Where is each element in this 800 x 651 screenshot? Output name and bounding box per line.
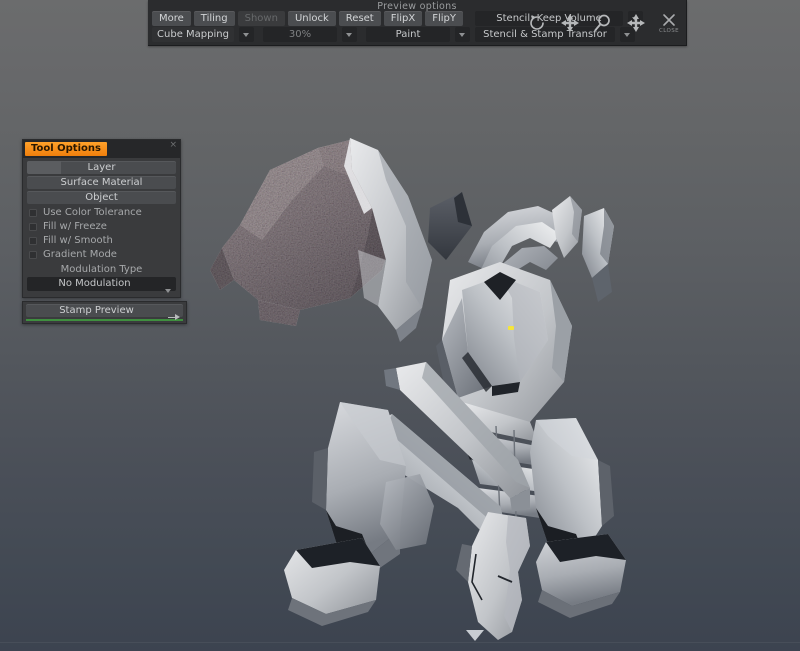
rotate-button[interactable] (524, 9, 550, 37)
fill-with-freeze-checkbox[interactable] (29, 222, 37, 231)
gradient-mode-label: Gradient Mode (43, 248, 117, 260)
object-button-label: Object (85, 192, 118, 203)
tool-options-palette: Tool Options × Layer Surface Material Ob… (22, 139, 181, 298)
scale-button[interactable] (623, 9, 649, 37)
flipy-button[interactable]: FlipY (425, 11, 464, 26)
zoom-icon (594, 14, 610, 31)
use-color-tolerance-row[interactable]: Use Color Tolerance (27, 206, 176, 219)
surface-material-button-label: Surface Material (60, 177, 143, 188)
3d-viewport[interactable] (0, 0, 800, 651)
palette-body: Layer Surface Material Object Use Color … (23, 158, 180, 293)
canvas-bottom-divider (0, 642, 800, 643)
toolbar-icon-group: CLOSE (524, 9, 682, 37)
cube-mapping-chevron-down-icon[interactable] (239, 27, 254, 42)
left-gauntlet (284, 538, 380, 626)
palette-close-icon[interactable]: × (169, 141, 177, 150)
move-button[interactable] (557, 9, 583, 37)
fill-with-smooth-label: Fill w/ Smooth (43, 234, 113, 246)
cube-mapping-button[interactable]: Cube Mapping (152, 27, 234, 42)
fill-with-freeze-row[interactable]: Fill w/ Freeze (27, 220, 176, 233)
application-window: Preview options More Tiling Shown Unlock… (0, 0, 800, 651)
stamp-preview-label: Stamp Preview (59, 305, 134, 316)
scale-icon (627, 14, 645, 32)
surface-material-button[interactable]: Surface Material (27, 176, 176, 189)
fill-with-smooth-checkbox[interactable] (29, 236, 37, 245)
fill-with-smooth-row[interactable]: Fill w/ Smooth (27, 234, 176, 247)
close-button[interactable]: CLOSE (656, 9, 682, 37)
canvas-bottom-handle[interactable] (466, 630, 484, 641)
unlock-button[interactable]: Unlock (287, 11, 336, 26)
shoulder-shard (428, 192, 472, 260)
close-button-label: CLOSE (658, 27, 679, 34)
rotate-icon (530, 14, 544, 30)
gradient-mode-row[interactable]: Gradient Mode (27, 248, 176, 261)
paint-mode-chevron-down-icon[interactable] (455, 27, 470, 42)
opacity-chevron-down-icon[interactable] (342, 27, 357, 42)
use-color-tolerance-label: Use Color Tolerance (43, 206, 142, 218)
armored-figure-model[interactable] (200, 130, 640, 640)
paint-mode-field[interactable]: Paint (366, 27, 450, 42)
modulation-type-dropdown[interactable]: No Modulation (27, 277, 176, 293)
reset-button[interactable]: Reset (338, 11, 381, 26)
central-spike (456, 512, 530, 640)
right-gauntlet (536, 534, 626, 618)
stamp-preview-strip (26, 319, 183, 321)
modulation-type-label: Modulation Type (60, 264, 143, 275)
palette-titlebar[interactable]: Tool Options × (23, 140, 180, 158)
right-hip-plate (530, 418, 614, 554)
fill-with-freeze-label: Fill w/ Freeze (43, 220, 107, 232)
stamp-preview-panel: Stamp Preview (22, 301, 187, 324)
tiling-button[interactable]: Tiling (193, 11, 235, 26)
tool-options-tab[interactable]: Tool Options (25, 142, 107, 156)
use-color-tolerance-checkbox[interactable] (29, 208, 37, 217)
move-icon (561, 14, 579, 32)
layer-button-label: Layer (87, 162, 116, 173)
gradient-mode-checkbox[interactable] (29, 250, 37, 259)
preview-options-toolbar: Preview options More Tiling Shown Unlock… (148, 0, 687, 46)
layer-button[interactable]: Layer (27, 161, 176, 174)
shown-button: Shown (237, 11, 285, 26)
object-button[interactable]: Object (27, 191, 176, 204)
zoom-button[interactable] (590, 9, 616, 37)
opacity-slider[interactable]: 30% (263, 27, 337, 42)
close-icon (663, 13, 675, 26)
stamp-preview-button[interactable]: Stamp Preview (26, 304, 183, 320)
flipx-button[interactable]: FlipX (383, 11, 423, 26)
more-button[interactable]: More (152, 11, 191, 26)
modulation-type-value: No Modulation (58, 278, 131, 289)
